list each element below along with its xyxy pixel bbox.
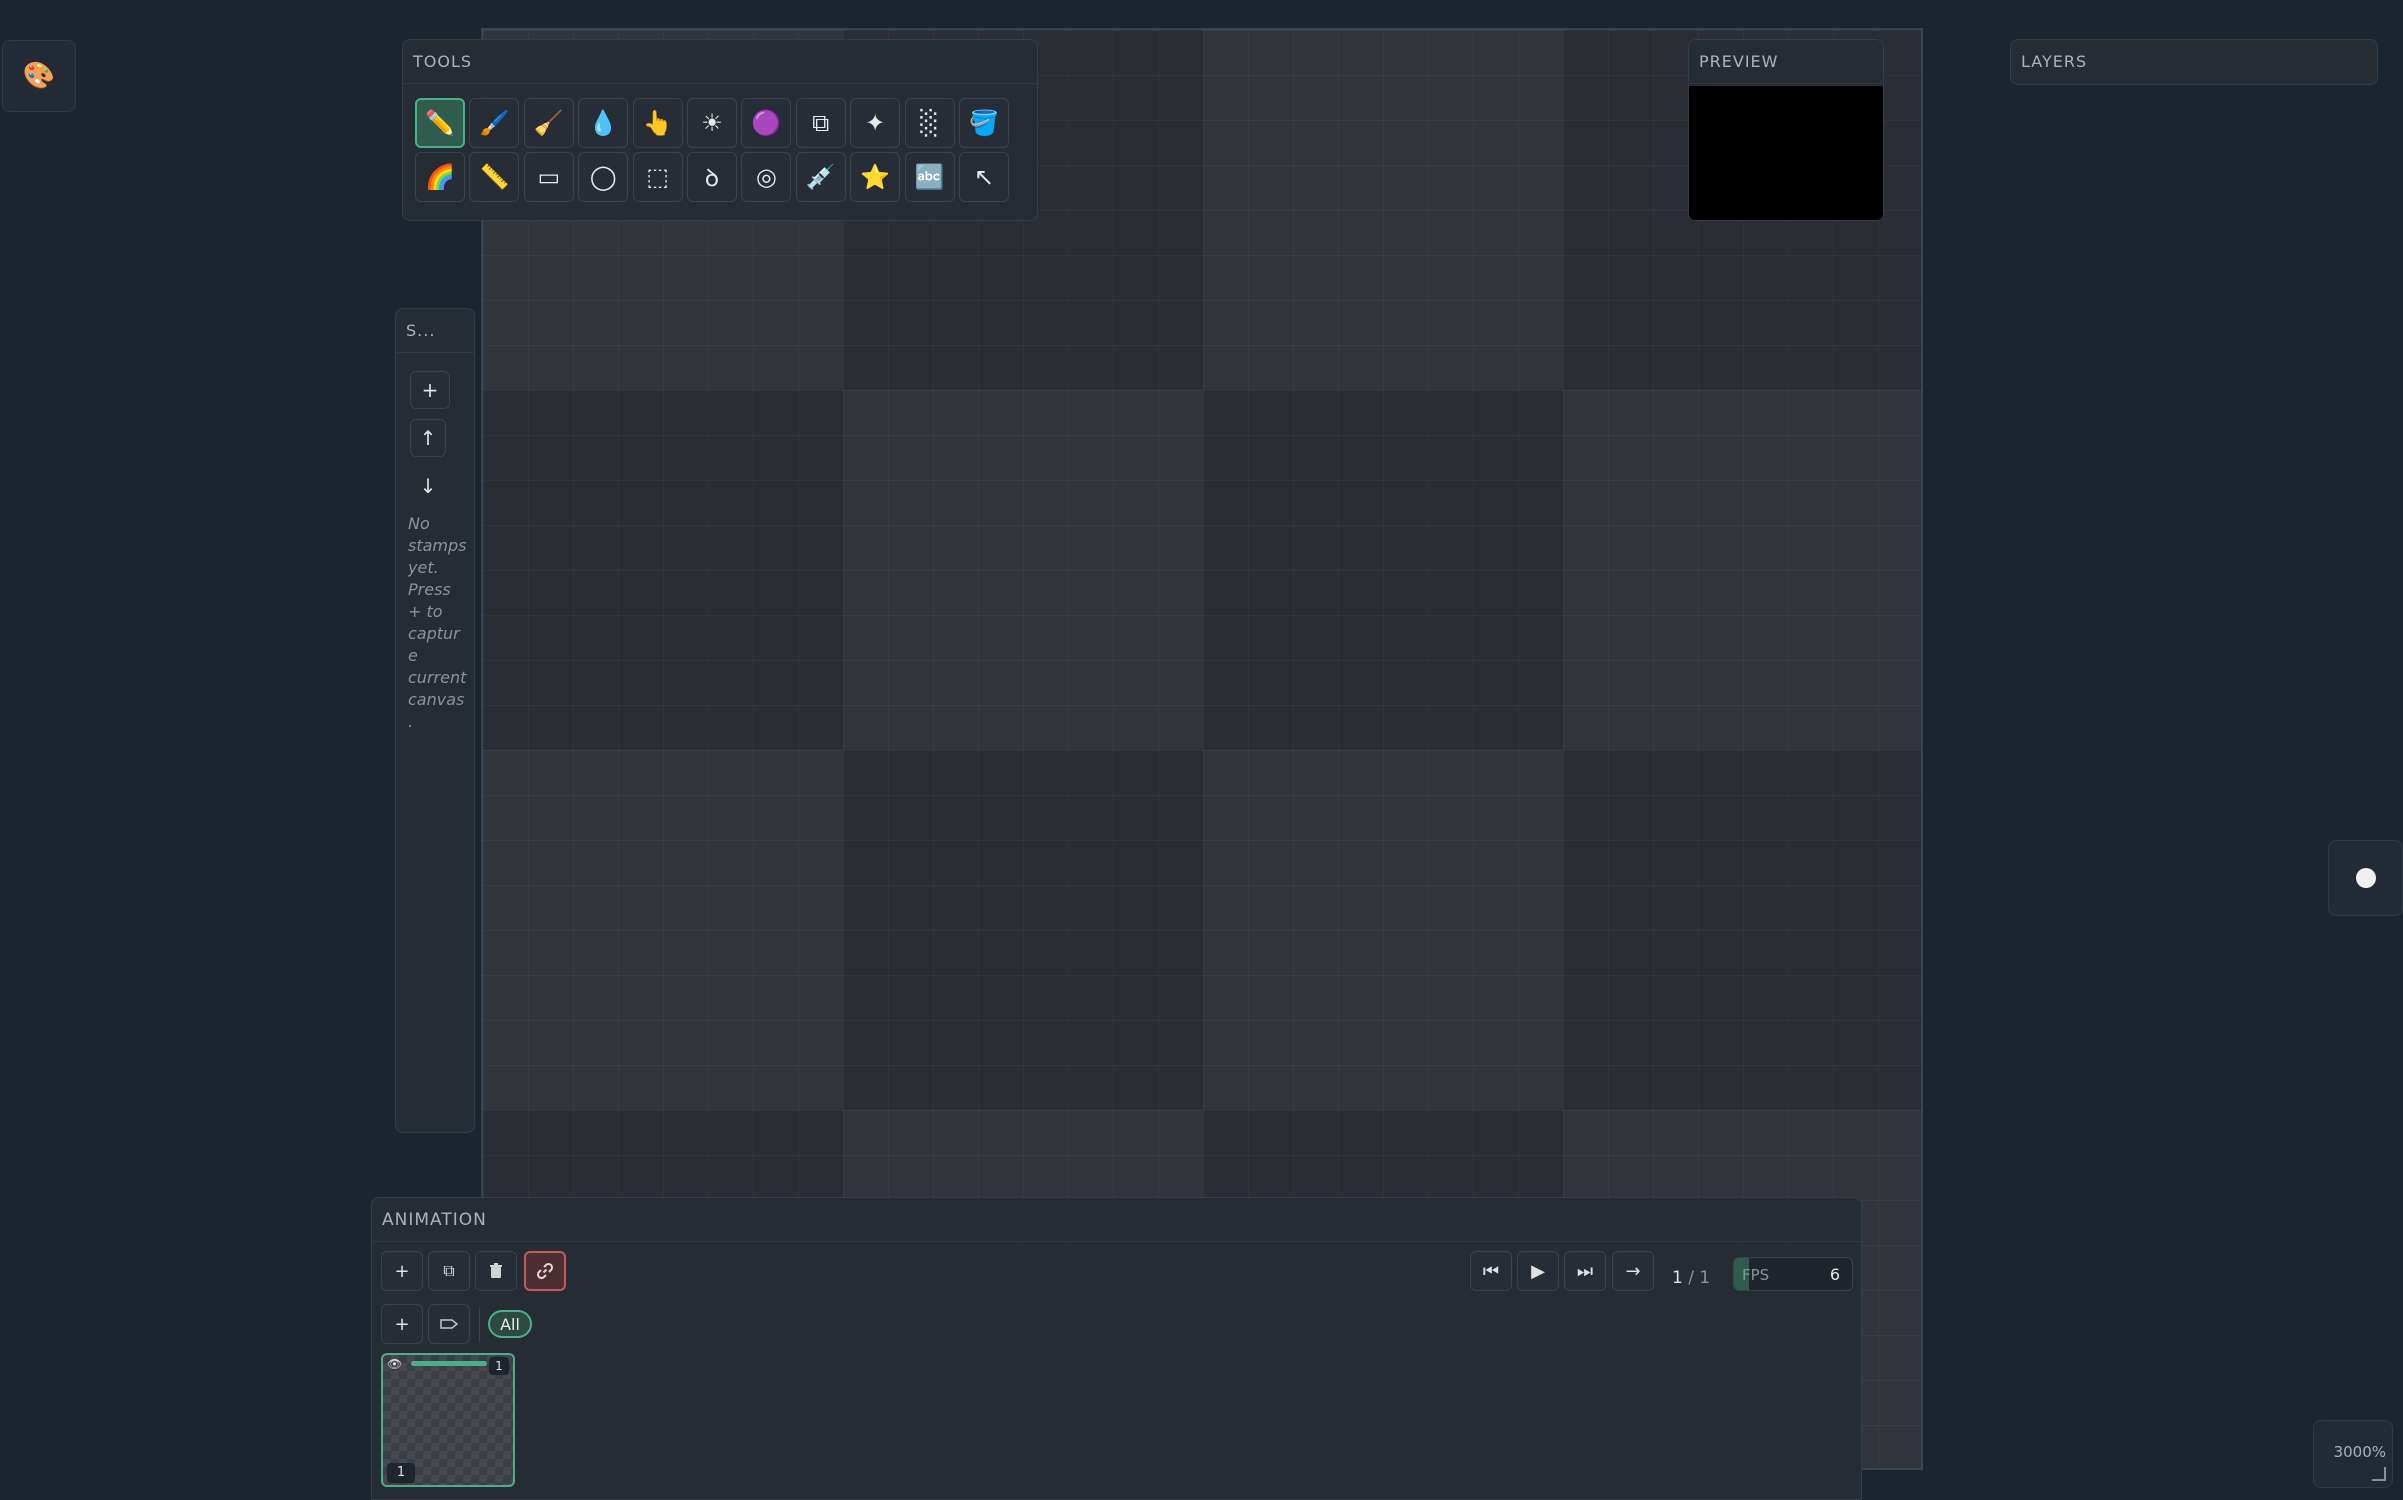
- zoom-level: 3000%: [2333, 1443, 2386, 1461]
- star-icon: ⭐: [860, 163, 891, 191]
- lasso-icon: ꝺ: [704, 163, 720, 192]
- preview-title: PREVIEW: [1689, 40, 1883, 84]
- next-frame-button[interactable]: →: [1612, 1251, 1654, 1291]
- broom-icon: 🧹: [533, 109, 564, 137]
- tool-dither-button[interactable]: ░: [904, 98, 955, 148]
- preview-panel: PREVIEW: [1688, 39, 1884, 221]
- frame-thumbnail[interactable]: 👁 1 1: [381, 1353, 515, 1487]
- tool-move-button[interactable]: ↖: [958, 152, 1009, 202]
- duplicate-frame-button[interactable]: ⧉: [428, 1251, 470, 1291]
- frame-index: 1: [387, 1463, 415, 1483]
- brush-size-button[interactable]: [2328, 840, 2403, 916]
- pencil-icon: ✏️: [425, 109, 455, 137]
- text-icon: 🔤: [914, 163, 945, 191]
- tool-ellipse-button[interactable]: ◯: [578, 152, 629, 202]
- first-frame-button[interactable]: ⏮: [1470, 1251, 1512, 1291]
- ring-icon: ◎: [755, 163, 777, 191]
- tag-icon: [440, 1319, 458, 1329]
- current-frame: 1: [1672, 1268, 1683, 1288]
- tool-grid: ✏️ 🖌️ 🧹 💧 👆 ☀ 🟣 ⧉ ✦ ░ 🪣 🌈 📏 ▭ ◯ ⬚ ꝺ ◎ 💉 ⭐ 🔤 ↖: [415, 98, 1009, 202]
- fps-slider[interactable]: FPS 6: [1733, 1257, 1853, 1291]
- tool-lighten-button[interactable]: ☀: [686, 98, 737, 148]
- layers-title: LAYERS: [2021, 52, 2088, 71]
- last-frame-button[interactable]: ⏭: [1564, 1251, 1606, 1291]
- add-frame-button[interactable]: +: [381, 1251, 423, 1291]
- total-frames: 1: [1699, 1268, 1711, 1288]
- bucket-icon: 🪣: [968, 109, 999, 137]
- clone-icon: ⧉: [812, 109, 830, 137]
- tag-button[interactable]: [428, 1304, 470, 1344]
- frame-counter: 1 / 1: [1672, 1258, 1710, 1298]
- tool-stamp-button[interactable]: ⭐: [850, 152, 901, 202]
- stamps-empty-message: No stamps yet. Press + to capture curren…: [408, 514, 467, 731]
- tool-gradient-button[interactable]: 🌈: [415, 152, 465, 202]
- zoom-indicator[interactable]: 3000%: [2313, 1420, 2393, 1488]
- toolbar-divider: [479, 1308, 480, 1342]
- duplicate-icon: ⧉: [443, 1261, 455, 1280]
- link-frames-toggle[interactable]: [524, 1251, 566, 1291]
- link-icon: [536, 1262, 554, 1280]
- ellipse-icon: ◯: [589, 163, 617, 191]
- ruler-icon: 📏: [479, 163, 510, 191]
- add-stamp-button[interactable]: +: [410, 371, 450, 409]
- layers-panel[interactable]: LAYERS: [2010, 39, 2378, 85]
- play-button[interactable]: ▶: [1517, 1251, 1559, 1291]
- trash-icon: [490, 1263, 502, 1278]
- tool-text-button[interactable]: 🔤: [904, 152, 955, 202]
- tool-rectangle-button[interactable]: ▭: [523, 152, 574, 202]
- move-stamp-down-button[interactable]: ↓: [410, 467, 446, 505]
- frame-separator: /: [1682, 1268, 1700, 1288]
- brush-dot-icon: [2355, 868, 2376, 888]
- eye-icon[interactable]: 👁: [387, 1357, 402, 1371]
- animation-panel: ANIMATION + ⧉ + All ⏮ ▶ ⏭ → 1 / 1 FPS 6: [371, 1197, 1862, 1500]
- eyedropper-icon: 💉: [805, 163, 836, 191]
- frame-tag-bar: [411, 1361, 487, 1366]
- sphere-icon: 🟣: [751, 109, 782, 137]
- palette-toggle-button[interactable]: 🎨: [2, 40, 76, 112]
- tool-sparkle-button[interactable]: ✦: [850, 98, 901, 148]
- fps-value: 6: [1829, 1265, 1840, 1284]
- fps-label: FPS: [1742, 1266, 1770, 1284]
- selection-icon: ⬚: [646, 163, 669, 191]
- tool-sphere-button[interactable]: 🟣: [741, 98, 792, 148]
- tool-select-button[interactable]: ⬚: [632, 152, 683, 202]
- rainbow-icon: 🌈: [425, 163, 455, 191]
- move-stamp-up-button[interactable]: ↑: [410, 419, 446, 457]
- sparkle-icon: ✦: [865, 109, 886, 137]
- tool-water-drop-button[interactable]: 💧: [578, 98, 629, 148]
- dither-icon: ░: [920, 109, 939, 137]
- water-drop-icon: 💧: [588, 109, 619, 137]
- delete-frame-button[interactable]: [475, 1251, 517, 1291]
- rectangle-icon: ▭: [537, 163, 561, 191]
- frame-duration: 1: [489, 1357, 509, 1375]
- tool-pencil-button[interactable]: ✏️: [415, 98, 465, 148]
- tag-filter-all[interactable]: All: [488, 1310, 532, 1338]
- stamps-panel: S... + ↑ ↓ No stamps yet. Press + to cap…: [395, 308, 475, 1133]
- resize-grip-icon[interactable]: [2372, 1467, 2386, 1481]
- tool-eyedropper-button[interactable]: 💉: [795, 152, 846, 202]
- brush-icon: 🖌️: [479, 109, 510, 137]
- tool-smudge-button[interactable]: 👆: [632, 98, 683, 148]
- tools-title: TOOLS: [403, 40, 1037, 84]
- stamps-title: S...: [396, 309, 474, 353]
- arrow-icon: ↖: [973, 163, 994, 191]
- palette-icon: 🎨: [22, 61, 56, 91]
- animation-title: ANIMATION: [372, 1198, 1861, 1242]
- sun-icon: ☀: [701, 109, 723, 137]
- tool-fill-bucket-button[interactable]: 🪣: [958, 98, 1009, 148]
- finger-icon: 👆: [642, 109, 673, 137]
- tool-broom-button[interactable]: 🧹: [523, 98, 574, 148]
- tool-lasso-button[interactable]: ꝺ: [686, 152, 737, 202]
- add-tag-button[interactable]: +: [381, 1304, 423, 1344]
- tool-clone-button[interactable]: ⧉: [795, 98, 846, 148]
- tool-ring-button[interactable]: ◎: [741, 152, 792, 202]
- tool-line-button[interactable]: 📏: [469, 152, 520, 202]
- tools-panel: TOOLS ✏️ 🖌️ 🧹 💧 👆 ☀ 🟣 ⧉ ✦ ░ 🪣 🌈 📏 ▭ ◯ ⬚ ꝺ ◎ 💉 ⭐ 🔤 ↖: [402, 39, 1038, 221]
- preview-canvas: [1689, 86, 1883, 220]
- tool-brush-button[interactable]: 🖌️: [469, 98, 520, 148]
